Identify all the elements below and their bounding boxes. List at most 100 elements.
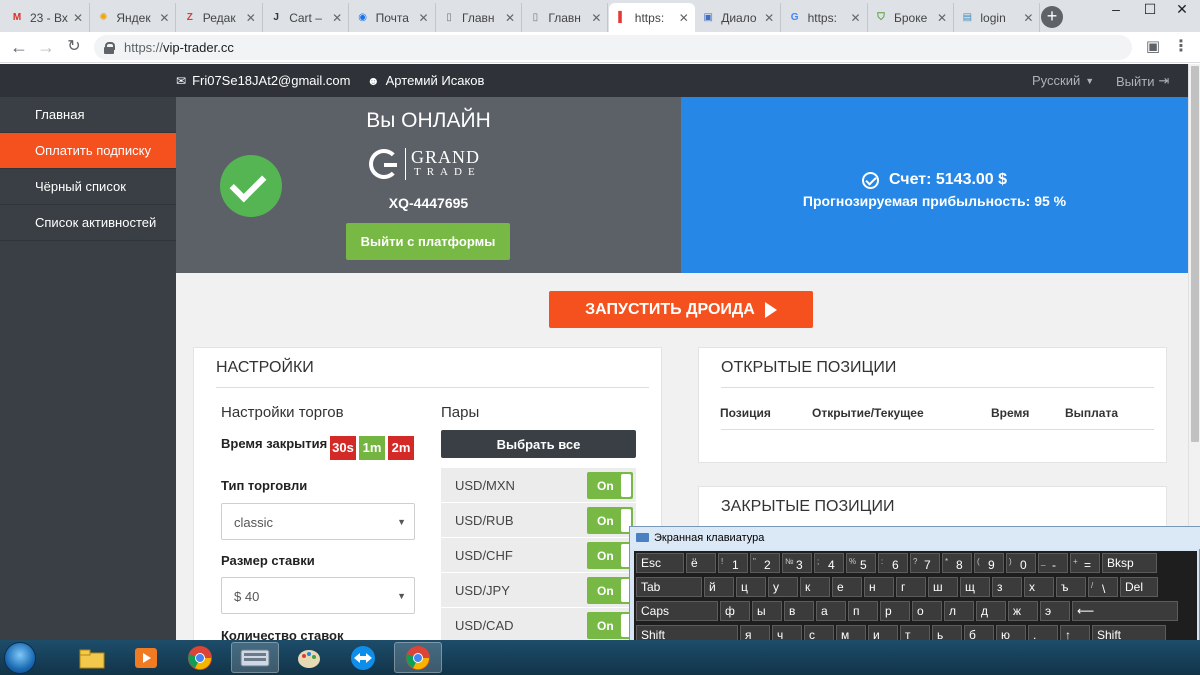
close-tab-icon[interactable]: ✕ xyxy=(591,11,601,25)
new-tab-button[interactable]: + xyxy=(1041,6,1063,28)
osk-key[interactable]: Tab xyxy=(636,577,702,597)
browser-tab[interactable]: M 23 - Вх ✕ xyxy=(4,3,90,32)
browser-tab[interactable]: Z Редак ✕ xyxy=(177,3,263,32)
osk-key[interactable]: + = xyxy=(1070,553,1100,573)
osk-key[interactable]: е xyxy=(832,577,862,597)
osk-key[interactable]: ) 0 xyxy=(1006,553,1036,573)
address-bar[interactable]: https:// vip-trader.cc xyxy=(94,35,1132,60)
osk-key[interactable]: ; 4 xyxy=(814,553,844,573)
osk-key[interactable]: р xyxy=(880,601,910,621)
sidebar-item-pay-subscription[interactable]: Оплатить подписку xyxy=(0,133,176,169)
close-tab-icon[interactable]: ✕ xyxy=(764,11,774,25)
browser-tab[interactable]: ◉ Почта ✕ xyxy=(350,3,436,32)
close-tab-icon[interactable]: ✕ xyxy=(937,11,947,25)
osk-icon[interactable] xyxy=(231,642,279,673)
browser-tab[interactable]: ✺ Яндек ✕ xyxy=(90,3,177,32)
browser-tab[interactable]: ▣ Диало ✕ xyxy=(695,3,782,32)
media-player-icon[interactable] xyxy=(122,642,170,673)
reload-icon[interactable]: ↻ xyxy=(63,37,85,59)
sidebar-item-blacklist[interactable]: Чёрный список xyxy=(0,169,176,205)
close-time-1m[interactable]: 1m xyxy=(359,436,385,460)
osk-key[interactable]: й xyxy=(704,577,734,597)
launch-droid-button[interactable]: ЗАПУСТИТЬ ДРОИДА xyxy=(549,291,813,328)
osk-key[interactable]: з xyxy=(992,577,1022,597)
close-tab-icon[interactable]: ✕ xyxy=(246,11,256,25)
close-tab-icon[interactable]: ✕ xyxy=(1023,11,1033,25)
osk-titlebar[interactable]: Экранная клавиатура xyxy=(630,527,1200,549)
browser-tab[interactable]: ⛉ Броке ✕ xyxy=(868,3,954,32)
osk-key[interactable]: Bksp xyxy=(1102,553,1157,573)
osk-key[interactable]: ё xyxy=(686,553,716,573)
browser-tab[interactable]: ▌ https: ✕ xyxy=(608,3,695,32)
osk-key[interactable]: ⟵ xyxy=(1072,601,1178,621)
osk-key[interactable]: / \ xyxy=(1088,577,1118,597)
chrome-icon[interactable] xyxy=(176,642,224,673)
chrome-icon[interactable] xyxy=(394,642,442,673)
browser-tab[interactable]: Ghttps: ✕ xyxy=(782,3,868,32)
osk-key[interactable]: ъ xyxy=(1056,577,1086,597)
osk-key[interactable]: _ - xyxy=(1038,553,1068,573)
pair-toggle[interactable]: On xyxy=(587,542,633,569)
osk-key[interactable]: щ xyxy=(960,577,990,597)
osk-key[interactable]: д xyxy=(976,601,1006,621)
explorer-icon[interactable] xyxy=(68,642,116,673)
osk-key[interactable]: Caps xyxy=(636,601,718,621)
osk-key[interactable]: х xyxy=(1024,577,1054,597)
scrollbar-thumb[interactable] xyxy=(1191,66,1199,442)
menu-icon[interactable]: ⋮ xyxy=(1170,37,1192,59)
close-tab-icon[interactable]: ✕ xyxy=(679,11,689,25)
logout-platform-button[interactable]: Выйти с платформы xyxy=(346,223,510,260)
osk-key[interactable]: ы xyxy=(752,601,782,621)
language-dropdown[interactable]: Русский ▼ xyxy=(1032,73,1094,88)
osk-key[interactable]: ф xyxy=(720,601,750,621)
sidebar-item-activity-list[interactable]: Список активностей xyxy=(0,205,176,241)
maximize-button[interactable]: ☐ xyxy=(1134,0,1166,20)
profile-icon[interactable]: ▣ xyxy=(1142,37,1164,59)
browser-tab[interactable]: ▯ Главн ✕ xyxy=(436,3,522,32)
osk-key[interactable]: " 2 xyxy=(750,553,780,573)
osk-key[interactable]: Esc xyxy=(636,553,684,573)
pair-toggle[interactable]: On xyxy=(587,507,633,534)
logout-link[interactable]: Выйти ⇥ xyxy=(1116,73,1169,89)
osk-key[interactable]: в xyxy=(784,601,814,621)
forward-icon[interactable]: → xyxy=(35,37,57,59)
trade-type-select[interactable]: classic ▼ xyxy=(221,503,415,540)
osk-key[interactable]: г xyxy=(896,577,926,597)
osk-key[interactable]: ? 7 xyxy=(910,553,940,573)
browser-tab[interactable]: ▤ login ✕ xyxy=(954,3,1041,32)
osk-key[interactable]: у xyxy=(768,577,798,597)
osk-key[interactable]: а xyxy=(816,601,846,621)
osk-key[interactable]: :6 xyxy=(878,553,908,573)
osk-key[interactable]: * 8 xyxy=(942,553,972,573)
paint-icon[interactable] xyxy=(285,642,333,673)
pair-toggle[interactable]: On xyxy=(587,472,633,499)
osk-key[interactable]: (9 xyxy=(974,553,1004,573)
select-all-button[interactable]: Выбрать все xyxy=(441,430,636,458)
bet-size-select[interactable]: $ 40 ▼ xyxy=(221,577,415,614)
browser-tab[interactable]: J Cart – ✕ xyxy=(263,3,350,32)
close-tab-icon[interactable]: ✕ xyxy=(851,11,861,25)
osk-key[interactable]: % 5 xyxy=(846,553,876,573)
pair-toggle[interactable]: On xyxy=(587,577,633,604)
osk-key[interactable]: п xyxy=(848,601,878,621)
close-tab-icon[interactable]: ✕ xyxy=(419,11,429,25)
osk-key[interactable]: э xyxy=(1040,601,1070,621)
close-tab-icon[interactable]: ✕ xyxy=(332,11,342,25)
close-time-2m[interactable]: 2m xyxy=(388,436,414,460)
close-tab-icon[interactable]: ✕ xyxy=(73,11,83,25)
pair-toggle[interactable]: On xyxy=(587,612,633,639)
osk-key[interactable]: Del xyxy=(1120,577,1158,597)
sidebar-item-home[interactable]: Главная xyxy=(0,97,176,133)
osk-key[interactable]: ж xyxy=(1008,601,1038,621)
teamviewer-icon[interactable] xyxy=(339,642,387,673)
osk-key[interactable]: № 3 xyxy=(782,553,812,573)
minimize-button[interactable]: – xyxy=(1100,0,1132,20)
close-tab-icon[interactable]: ✕ xyxy=(505,11,515,25)
close-window-button[interactable]: ✕ xyxy=(1166,0,1198,20)
close-time-30s[interactable]: 30s xyxy=(330,436,356,460)
osk-key[interactable]: л xyxy=(944,601,974,621)
osk-key[interactable]: н xyxy=(864,577,894,597)
browser-tab[interactable]: ▯ Главн ✕ xyxy=(522,3,609,32)
osk-key[interactable]: о xyxy=(912,601,942,621)
back-icon[interactable]: ← xyxy=(8,37,30,59)
